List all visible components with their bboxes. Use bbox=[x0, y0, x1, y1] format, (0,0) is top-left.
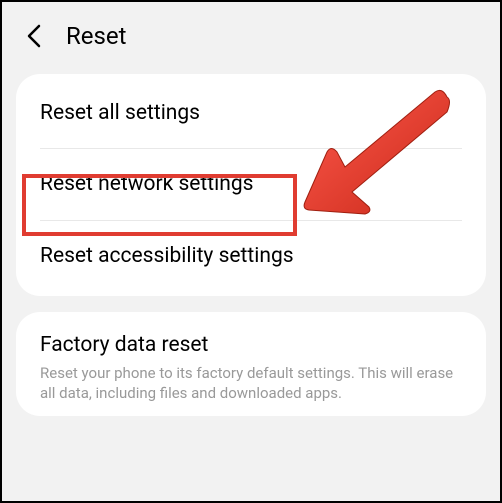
reset-accessibility-settings-item[interactable]: Reset accessibility settings bbox=[16, 221, 486, 292]
back-icon[interactable] bbox=[22, 24, 46, 48]
list-item-title: Reset accessibility settings bbox=[40, 243, 462, 270]
reset-all-settings-item[interactable]: Reset all settings bbox=[16, 78, 486, 149]
list-item-title: Reset all settings bbox=[40, 100, 462, 127]
page-title: Reset bbox=[66, 22, 126, 50]
factory-reset-subtitle: Reset your phone to its factory default … bbox=[40, 363, 462, 404]
reset-options-card: Reset all settings Reset network setting… bbox=[16, 74, 486, 296]
factory-reset-card[interactable]: Factory data reset Reset your phone to i… bbox=[16, 312, 486, 416]
header-bar: Reset bbox=[2, 2, 500, 74]
factory-reset-title: Factory data reset bbox=[40, 332, 462, 359]
reset-network-settings-item[interactable]: Reset network settings bbox=[16, 149, 486, 220]
list-item-title: Reset network settings bbox=[40, 171, 462, 198]
